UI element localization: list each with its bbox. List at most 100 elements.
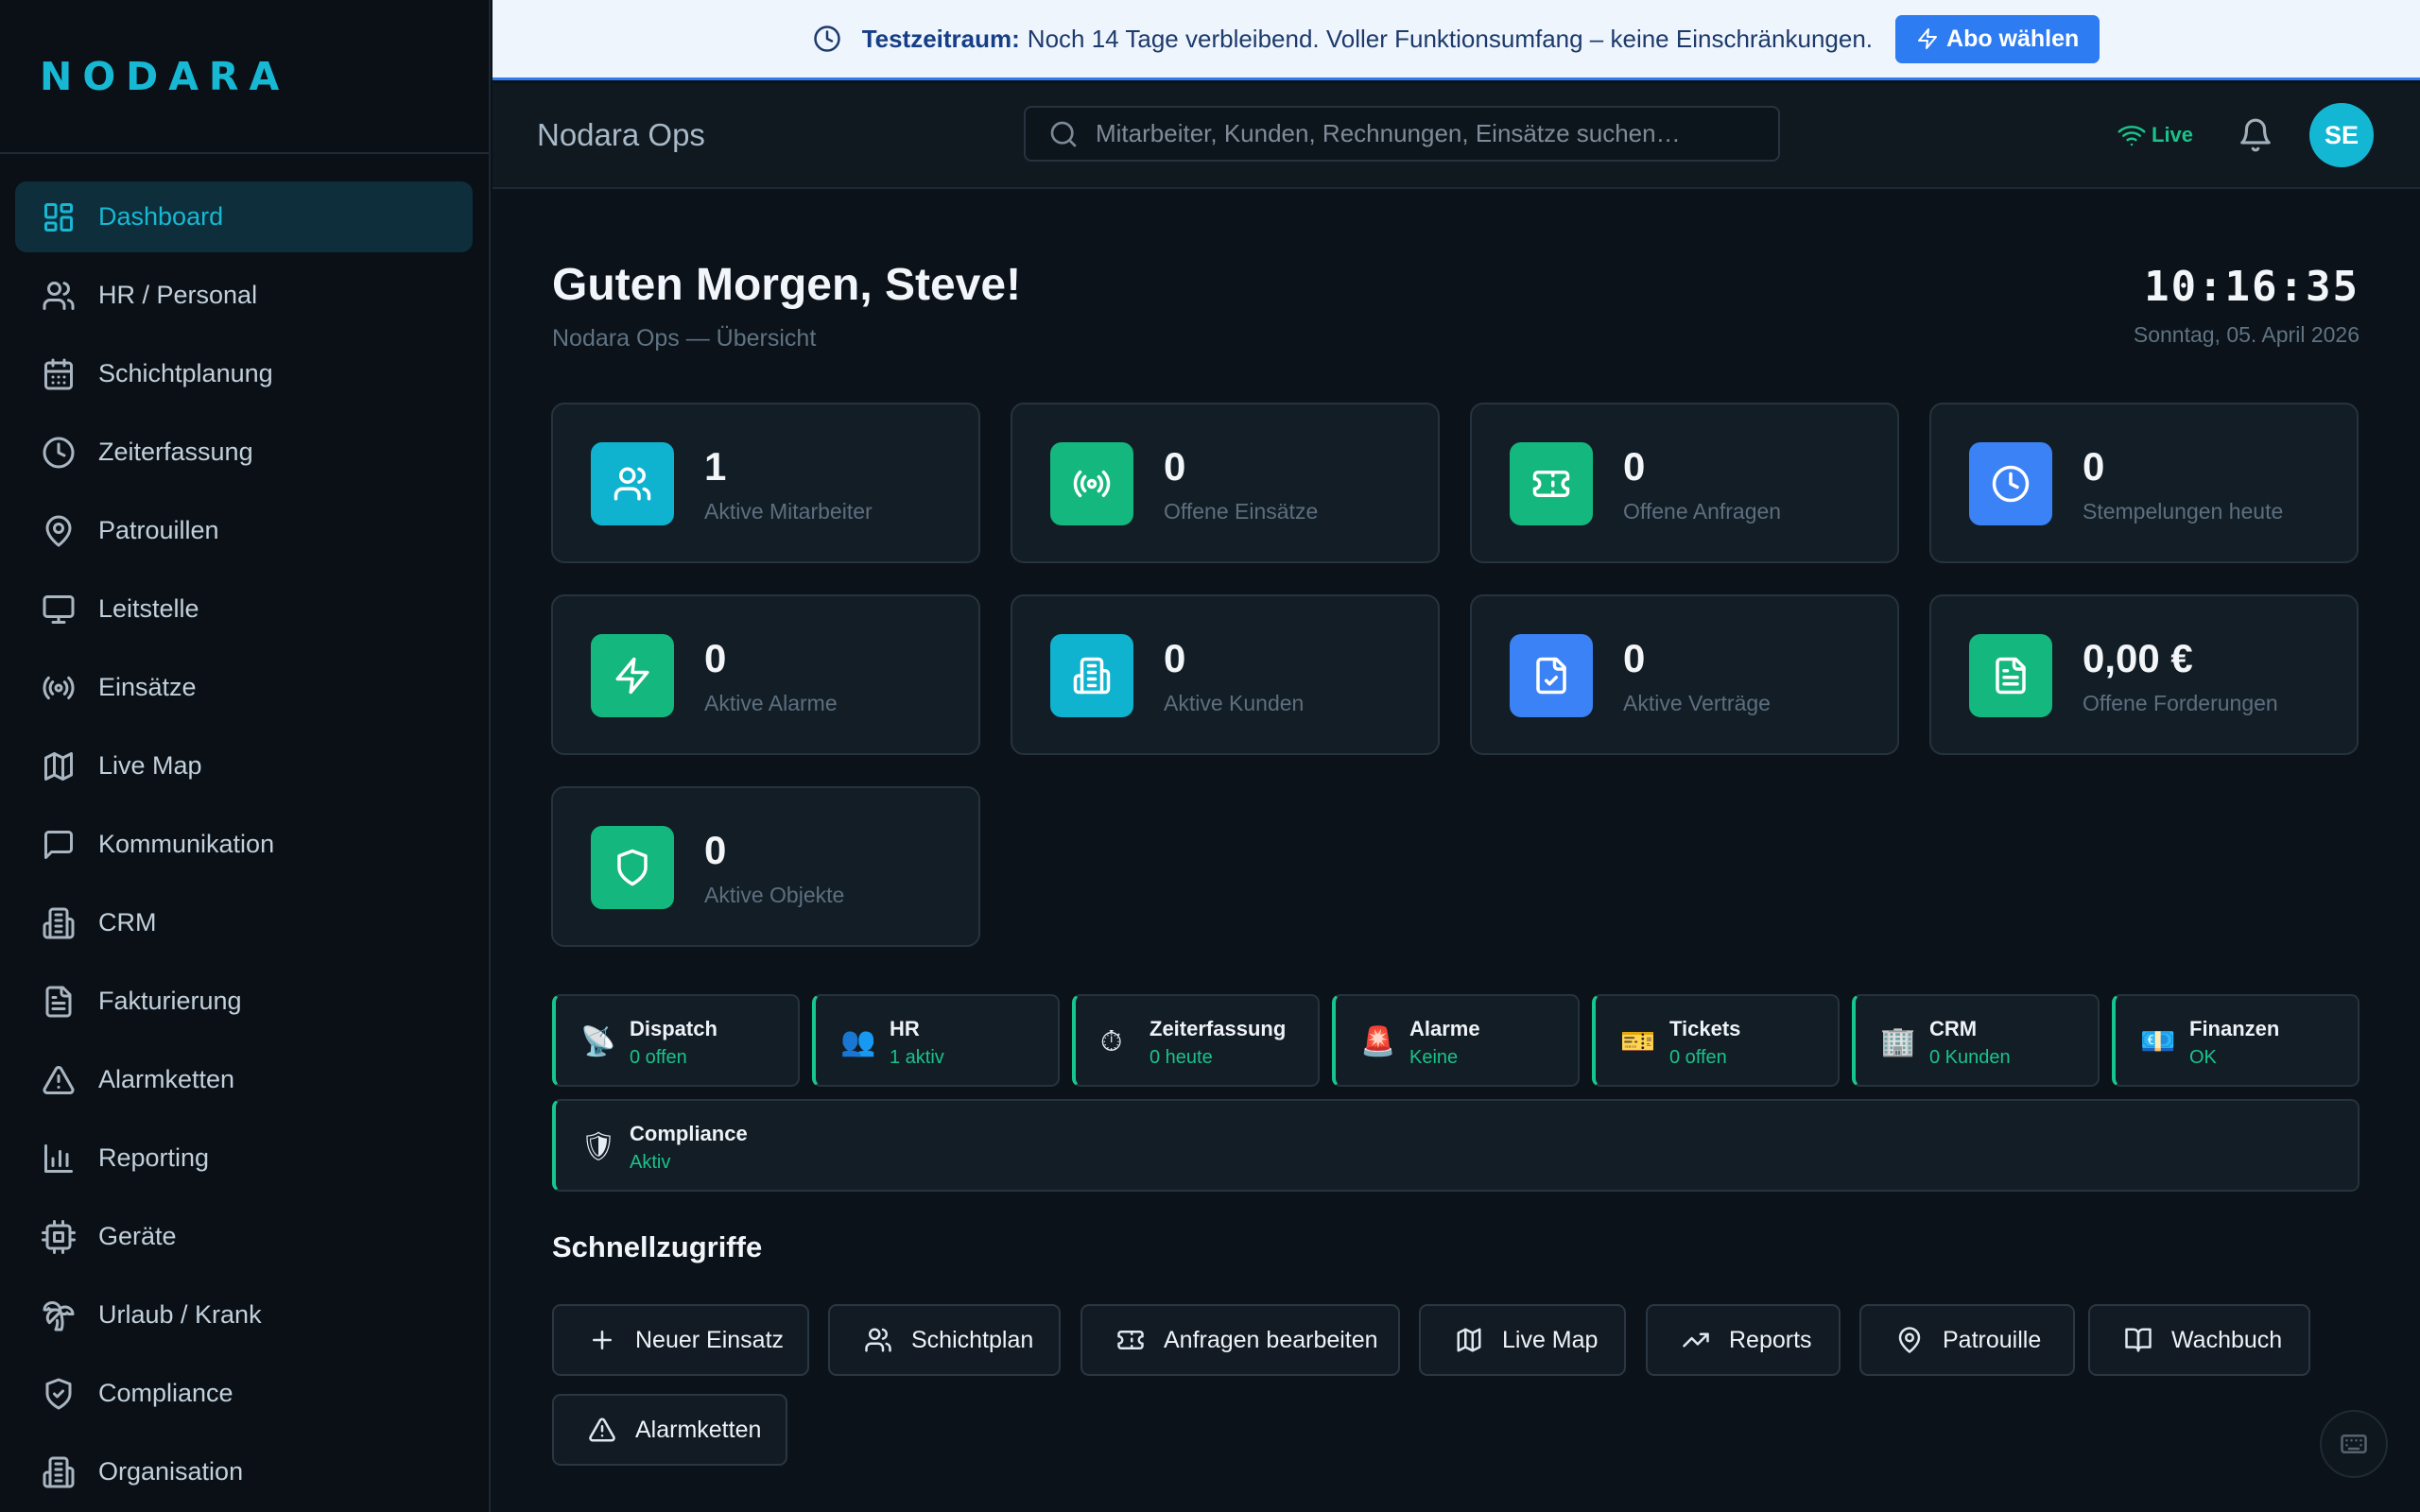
users-icon: [42, 279, 76, 313]
sidebar-item-organisation[interactable]: Organisation: [0, 1433, 489, 1511]
status-title: Dispatch: [630, 1017, 717, 1040]
hr-icon: 👥: [840, 1026, 876, 1057]
file-text-icon: [1969, 634, 2052, 717]
sidebar-item-label: CRM: [98, 908, 157, 936]
search-input[interactable]: [1096, 119, 1757, 148]
grid-icon: [42, 200, 76, 234]
sidebar-item-schichtplanung[interactable]: Schichtplanung: [0, 335, 489, 413]
status-tile-crm[interactable]: 🏢 CRM 0 Kunden: [1852, 994, 2100, 1087]
status-value: 0 Kunden: [1929, 1047, 2011, 1068]
building-icon: [1050, 634, 1133, 717]
status-tile-zeiterfassung[interactable]: ⏱ Zeiterfassung 0 heute: [1072, 994, 1320, 1087]
stat-card-aktive-mitarbeiter[interactable]: 1 Aktive Mitarbeiter: [551, 403, 980, 563]
status-tile-dispatch[interactable]: 📡 Dispatch 0 offen: [552, 994, 800, 1087]
map-pin-icon: [1895, 1326, 1943, 1354]
trial-banner: Testzeitraum: Noch 14 Tage verbleibend. …: [493, 0, 2420, 80]
bolt-icon: [591, 634, 674, 717]
building-icon: [42, 1455, 76, 1489]
quick-patrouille-button[interactable]: Patrouille: [1859, 1304, 2075, 1376]
live-label: Live: [2152, 123, 2194, 146]
search-box[interactable]: [1024, 106, 1780, 162]
live-indicator: Live: [2118, 121, 2193, 149]
quick-anfragen-bearbeiten-button[interactable]: Anfragen bearbeiten: [1080, 1304, 1400, 1376]
quick-schichtplan-button[interactable]: Schichtplan: [828, 1304, 1061, 1376]
alarme-icon: 🚨: [1360, 1026, 1396, 1057]
sidebar-item-einsaetze[interactable]: Einsätze: [0, 648, 489, 727]
stat-label: Aktive Alarme: [704, 691, 838, 715]
sidebar-item-hr-personal[interactable]: HR / Personal: [0, 256, 489, 335]
quick-button-label: Wachbuch: [2171, 1326, 2283, 1353]
status-tile-alarme[interactable]: 🚨 Alarme Keine: [1332, 994, 1580, 1087]
quick-live-map-button[interactable]: Live Map: [1419, 1304, 1626, 1376]
cpu-icon: [42, 1219, 76, 1254]
wifi-icon: [2118, 121, 2146, 149]
user-avatar[interactable]: SE: [2309, 103, 2374, 167]
dashboard-main: Guten Morgen, Steve! Nodara Ops — Übersi…: [493, 191, 2420, 1512]
file-text-icon: [42, 985, 76, 1019]
ticket-icon: [1116, 1326, 1164, 1354]
crm-icon: 🏢: [1880, 1026, 1916, 1057]
chat-icon: [42, 828, 76, 862]
stat-card-offene-forderungen[interactable]: 0,00 € Offene Forderungen: [1929, 594, 2359, 755]
status-value: 0 heute: [1150, 1047, 1213, 1068]
quick-reports-button[interactable]: Reports: [1646, 1304, 1841, 1376]
live-clock: 10:16:35: [2144, 263, 2360, 311]
sidebar-item-zeiterfassung[interactable]: Zeiterfassung: [0, 413, 489, 491]
plus-icon: [588, 1326, 635, 1354]
quick-wachbuch-button[interactable]: Wachbuch: [2088, 1304, 2310, 1376]
sidebar-item-geraete[interactable]: Geräte: [0, 1197, 489, 1276]
status-tile-compliance[interactable]: 🛡 Compliance Aktiv: [552, 1099, 2360, 1192]
sidebar-item-label: Zeiterfassung: [98, 438, 253, 466]
clock-icon: [42, 436, 76, 470]
sidebar-item-crm[interactable]: CRM: [0, 884, 489, 962]
status-title: Alarme: [1409, 1017, 1480, 1040]
sidebar-item-patrouillen[interactable]: Patrouillen: [0, 491, 489, 570]
stat-card-aktive-kunden[interactable]: 0 Aktive Kunden: [1011, 594, 1440, 755]
stat-label: Aktive Objekte: [704, 883, 845, 907]
trial-title: Testzeitraum:: [861, 24, 1020, 53]
clock-icon: [1969, 442, 2052, 525]
stat-card-stempelungen-heute[interactable]: 0 Stempelungen heute: [1929, 403, 2359, 563]
top-bar: Nodara Ops Live SE: [493, 83, 2420, 189]
sidebar-item-leitstelle[interactable]: Leitstelle: [0, 570, 489, 648]
sidebar-item-alarmketten[interactable]: Alarmketten: [0, 1040, 489, 1119]
stat-card-aktive-objekte[interactable]: 0 Aktive Objekte: [551, 786, 980, 947]
stat-label: Aktive Kunden: [1164, 691, 1305, 715]
sidebar-item-label: Dashboard: [98, 202, 224, 231]
stat-card-offene-anfragen[interactable]: 0 Offene Anfragen: [1470, 403, 1899, 563]
stat-value: 0,00 €: [2083, 636, 2193, 680]
brand-logo[interactable]: NODARA: [0, 0, 489, 154]
stat-value: 0: [704, 828, 727, 872]
quick-button-label: Reports: [1729, 1326, 1812, 1353]
sidebar-item-reporting[interactable]: Reporting: [0, 1119, 489, 1197]
sidebar-item-fakturierung[interactable]: Fakturierung: [0, 962, 489, 1040]
status-tile-tickets[interactable]: 🎫 Tickets 0 offen: [1592, 994, 1840, 1087]
sidebar-item-label: Compliance: [98, 1379, 233, 1407]
trial-text: Noch 14 Tage verbleibend. Voller Funktio…: [1027, 24, 1874, 53]
sidebar-item-compliance[interactable]: Compliance: [0, 1354, 489, 1433]
stat-card-aktive-alarme[interactable]: 0 Aktive Alarme: [551, 594, 980, 755]
bell-icon[interactable]: [2238, 117, 2273, 153]
quick-access-title: Schnellzugriffe: [552, 1230, 763, 1263]
sidebar-item-live-map[interactable]: Live Map: [0, 727, 489, 805]
file-check-icon: [1510, 634, 1593, 717]
stat-card-aktive-vertraege[interactable]: 0 Aktive Verträge: [1470, 594, 1899, 755]
sidebar-item-kommunikation[interactable]: Kommunikation: [0, 805, 489, 884]
quick-alarmketten-button[interactable]: Alarmketten: [552, 1394, 787, 1466]
shield-icon: [591, 826, 674, 909]
stat-value: 0: [2083, 444, 2105, 489]
status-tile-hr[interactable]: 👥 HR 1 aktiv: [812, 994, 1060, 1087]
choose-plan-button[interactable]: Abo wählen: [1895, 14, 2100, 63]
sidebar-item-label: Fakturierung: [98, 987, 242, 1015]
ticket-icon: [1510, 442, 1593, 525]
users-icon: [864, 1326, 911, 1354]
sidebar-item-urlaub-krank[interactable]: Urlaub / Krank: [0, 1276, 489, 1354]
choose-plan-label: Abo wählen: [1946, 25, 2080, 52]
stat-card-offene-einsaetze[interactable]: 0 Offene Einsätze: [1011, 403, 1440, 563]
sidebar-item-dashboard[interactable]: Dashboard: [0, 178, 489, 256]
keyboard-shortcuts-button[interactable]: [2320, 1410, 2388, 1478]
status-tile-finanzen[interactable]: 💶 Finanzen OK: [2112, 994, 2360, 1087]
quick-neuer-einsatz-button[interactable]: Neuer Einsatz: [552, 1304, 809, 1376]
stat-label: Offene Einsätze: [1164, 499, 1319, 524]
sidebar-item-label: Live Map: [98, 751, 202, 780]
